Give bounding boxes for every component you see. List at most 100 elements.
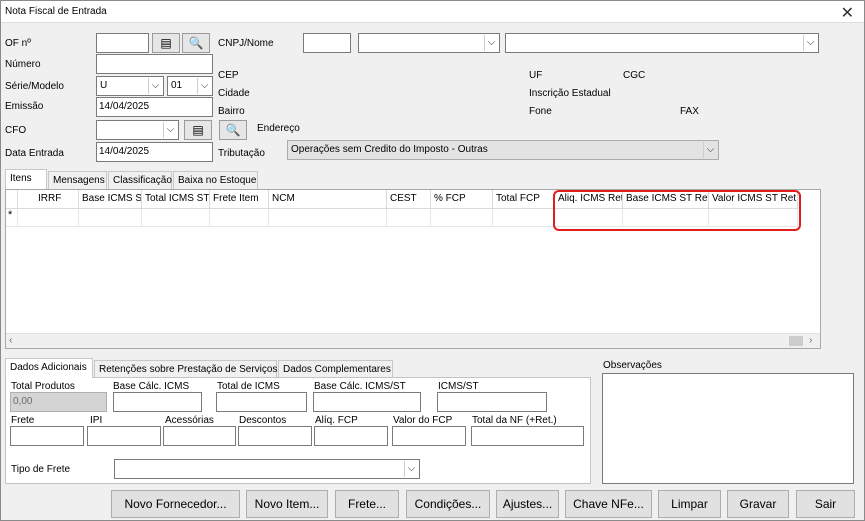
total-icms-label: Total de ICMS <box>217 381 280 392</box>
col-ncm[interactable]: NCM <box>269 190 387 209</box>
novo-item-button[interactable]: Novo Item... <box>246 490 328 518</box>
numero-label: Número <box>5 59 41 70</box>
scroll-right-icon[interactable]: › <box>809 335 812 346</box>
data-entrada-input[interactable]: 14/04/2025 <box>96 142 213 162</box>
frete-button[interactable]: Frete... <box>335 490 399 518</box>
fax-label: FAX <box>680 106 699 117</box>
search-icon[interactable]: 🔍 <box>219 120 247 140</box>
chevron-down-icon[interactable]: ⌵ <box>197 78 211 94</box>
total-icms-input[interactable] <box>216 392 307 412</box>
grid-cell[interactable] <box>210 209 269 227</box>
tab-retencoes[interactable]: Retenções sobre Prestação de Serviços <box>94 360 277 378</box>
list-icon[interactable]: ▤ <box>184 120 212 140</box>
col-cest[interactable]: CEST <box>387 190 431 209</box>
col-frete-item[interactable]: Frete Item <box>210 190 269 209</box>
col-total-fcp[interactable]: Total FCP <box>493 190 555 209</box>
tab-dados-complementares[interactable]: Dados Complementares <box>278 360 393 378</box>
of-label: OF nº <box>5 38 31 49</box>
base-icms-input[interactable] <box>113 392 202 412</box>
valor-fcp-input[interactable] <box>392 426 466 446</box>
list-icon[interactable]: ▤ <box>152 33 180 53</box>
frete-label: Frete <box>11 415 35 426</box>
grid-cell[interactable] <box>387 209 431 227</box>
chave-nfe-button[interactable]: Chave NFe... <box>565 490 652 518</box>
title-bar: Nota Fiscal de Entrada ✕ <box>1 1 864 23</box>
ipi-input[interactable] <box>87 426 161 446</box>
fornecedor-select[interactable]: ⌵ <box>358 33 500 53</box>
close-icon[interactable]: ✕ <box>841 3 854 23</box>
cfo-select[interactable]: ⌵ <box>96 120 179 140</box>
serie-value: U <box>100 80 108 91</box>
total-nf-input[interactable] <box>471 426 584 446</box>
tributacao-select[interactable]: Operações sem Credito do Imposto - Outra… <box>287 140 719 160</box>
frete-input[interactable] <box>10 426 84 446</box>
descontos-label: Descontos <box>239 415 287 426</box>
icms-st-input[interactable] <box>437 392 547 412</box>
of-input[interactable] <box>96 33 149 53</box>
endereco-label: Endereço <box>257 123 300 134</box>
grid-cell[interactable] <box>431 209 493 227</box>
ipi-label: IPI <box>90 415 103 426</box>
chevron-down-icon[interactable]: ⌵ <box>703 142 717 158</box>
grid-cell[interactable] <box>18 209 79 227</box>
tab-baixa-estoque[interactable]: Baixa no Estoque <box>173 171 258 189</box>
tab-classificacao[interactable]: Classificação <box>108 171 172 189</box>
chevron-down-icon[interactable]: ⌵ <box>148 78 162 94</box>
grid-cell[interactable] <box>142 209 210 227</box>
aliq-fcp-label: Alíq. FCP <box>315 415 358 426</box>
base-icms-st-label: Base Cálc. ICMS/ST <box>314 381 406 392</box>
new-row-marker: * <box>6 209 18 227</box>
modelo-select[interactable]: 01 ⌵ <box>167 76 213 96</box>
tipo-frete-label: Tipo de Frete <box>11 464 71 475</box>
observacoes-textarea[interactable] <box>602 373 854 484</box>
limpar-button[interactable]: Limpar <box>658 490 721 518</box>
scrollbar-thumb[interactable] <box>789 336 803 346</box>
tab-mensagens[interactable]: Mensagens <box>48 171 107 189</box>
tab-dados-adicionais[interactable]: Dados Adicionais <box>5 358 93 378</box>
base-icms-label: Base Cálc. ICMS <box>113 381 190 392</box>
search-icon[interactable]: 🔍 <box>182 33 210 53</box>
chevron-down-icon[interactable]: ⌵ <box>404 461 418 477</box>
grid-cell[interactable] <box>79 209 142 227</box>
highlight-box <box>553 190 801 231</box>
chevron-down-icon[interactable]: ⌵ <box>803 35 817 51</box>
horizontal-scrollbar[interactable]: ‹ › <box>6 333 820 348</box>
grid-cell[interactable] <box>269 209 387 227</box>
tipo-frete-select[interactable]: ⌵ <box>114 459 420 479</box>
numero-input[interactable] <box>96 54 213 74</box>
gravar-button[interactable]: Gravar <box>727 490 789 518</box>
cep-label: CEP <box>218 70 239 81</box>
scroll-left-icon[interactable]: ‹ <box>9 335 12 346</box>
sair-button[interactable]: Sair <box>796 490 855 518</box>
grid-cell[interactable] <box>493 209 555 227</box>
chevron-down-icon[interactable]: ⌵ <box>484 35 498 51</box>
aliq-fcp-input[interactable] <box>314 426 388 446</box>
serie-select[interactable]: U ⌵ <box>96 76 164 96</box>
nome-select[interactable]: ⌵ <box>505 33 819 53</box>
bairro-label: Bairro <box>218 106 245 117</box>
emissao-label: Emissão <box>5 101 44 112</box>
col-total-icms-st[interactable]: Total ICMS ST <box>142 190 210 209</box>
chevron-down-icon[interactable]: ⌵ <box>163 122 177 138</box>
ie-label: Inscrição Estadual <box>529 88 611 99</box>
descontos-input[interactable] <box>238 426 312 446</box>
tributacao-value: Operações sem Credito do Imposto - Outra… <box>291 144 488 155</box>
condicoes-button[interactable]: Condições... <box>406 490 490 518</box>
col-irrf[interactable]: IRRF <box>18 190 79 209</box>
tab-itens[interactable]: Itens <box>5 169 47 189</box>
acessorias-label: Acessórias <box>165 415 214 426</box>
base-icms-st-input[interactable] <box>313 392 421 412</box>
items-grid[interactable]: IRRF Base ICMS ST Total ICMS ST Frete It… <box>5 189 821 349</box>
modelo-value: 01 <box>171 80 183 91</box>
acessorias-input[interactable] <box>163 426 236 446</box>
novo-fornecedor-button[interactable]: Novo Fornecedor... <box>111 490 240 518</box>
serie-modelo-label: Série/Modelo <box>5 81 64 92</box>
col-pct-fcp[interactable]: % FCP <box>431 190 493 209</box>
cnpj-input[interactable] <box>303 33 351 53</box>
total-nf-label: Total da NF (+Ret.) <box>472 415 557 426</box>
emissao-input[interactable]: 14/04/2025 <box>96 97 213 117</box>
cidade-label: Cidade <box>218 88 250 99</box>
ajustes-button[interactable]: Ajustes... <box>496 490 559 518</box>
col-base-icms-st[interactable]: Base ICMS ST <box>79 190 142 209</box>
icms-st-label: ICMS/ST <box>438 381 479 392</box>
